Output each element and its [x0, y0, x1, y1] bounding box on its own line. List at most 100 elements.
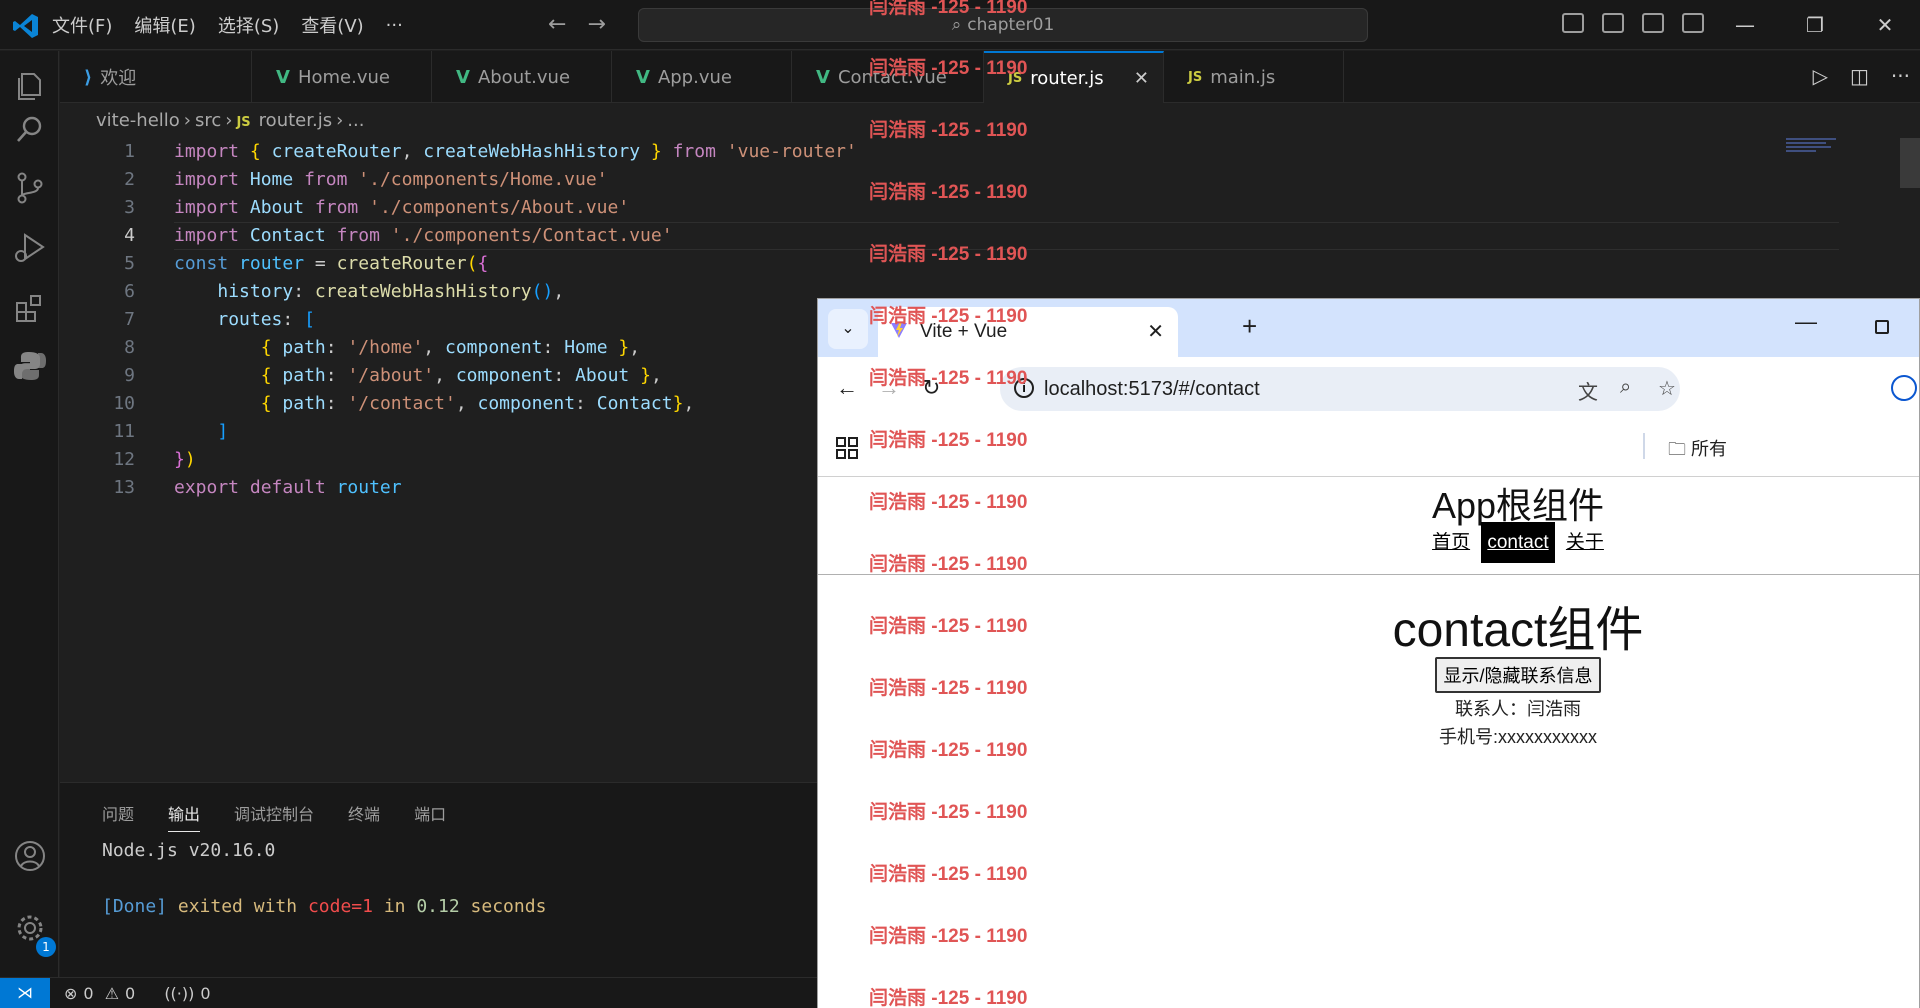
tab-home-vue[interactable]: V Home.vue: [252, 51, 432, 103]
tab-label: About.vue: [477, 66, 571, 88]
chevron-right-icon: ›: [225, 110, 233, 131]
apps-grid-icon[interactable]: [836, 437, 858, 459]
tab-label: Home.vue: [297, 66, 390, 88]
contact-person-text: 联系人：闫浩雨: [1455, 699, 1581, 719]
all-bookmarks[interactable]: 🗀 所有: [1668, 435, 1727, 467]
back-arrow-icon[interactable]: ←: [836, 375, 858, 401]
tab-about-vue[interactable]: V About.vue: [432, 51, 612, 103]
output-done-line: [Done] exited with code=1 in 0.12 second…: [102, 893, 546, 921]
address-bar[interactable]: i localhost:5173/#/contact 文 ⌕ ☆: [1000, 367, 1680, 411]
output-node-version: Node.js v20.16.0: [102, 840, 276, 861]
zoom-icon[interactable]: ⌕: [1620, 376, 1631, 399]
tab-terminal[interactable]: 终端: [348, 801, 380, 832]
minimize-icon[interactable]: —: [1795, 309, 1817, 335]
line-number: 6: [124, 281, 135, 302]
menu-more[interactable]: ···: [386, 15, 403, 36]
code-text: import Home from './components/Home.vue': [174, 169, 608, 190]
nav-link-about[interactable]: 关于: [1560, 522, 1610, 563]
menu-edit[interactable]: 编辑(E): [134, 12, 195, 38]
more-actions-icon[interactable]: ···: [1891, 64, 1910, 88]
vue-icon: V: [276, 66, 290, 88]
code-line: 1 import { createRouter, createWebHashHis…: [60, 138, 1780, 166]
line-number: 12: [113, 449, 135, 470]
editor-actions: ▷ ◫ ···: [1791, 64, 1910, 88]
notification-badge: 1: [36, 937, 56, 957]
panel-tabs: 问题 输出 调试控制台 终端 端口: [102, 801, 480, 832]
tab-problems[interactable]: 问题: [102, 801, 134, 832]
code-text: { path: '/home', component: Home },: [260, 337, 641, 358]
source-control-icon[interactable]: [13, 171, 47, 205]
watermark-text: 闫浩雨 -125 - 1190: [869, 58, 1028, 79]
remote-indicator-icon[interactable]: ⋊: [0, 978, 50, 1008]
watermark-text: 闫浩雨 -125 - 1190: [869, 182, 1028, 203]
tab-label: App.vue: [657, 66, 732, 88]
tab-output[interactable]: 输出: [168, 801, 201, 832]
vue-icon: V: [456, 66, 470, 88]
close-icon[interactable]: ✕: [1850, 13, 1920, 37]
customize-layout-icon[interactable]: [1682, 13, 1704, 33]
run-icon[interactable]: ▷: [1813, 64, 1828, 88]
tab-ports[interactable]: 端口: [414, 801, 446, 832]
explorer-icon[interactable]: [13, 69, 47, 103]
breadcrumb-root[interactable]: vite-hello: [96, 110, 180, 131]
status-problems[interactable]: ⊗ 0 ⚠ 0 ((·)) 0: [64, 984, 217, 1003]
watermark-text: 闫浩雨 -125 - 1190: [869, 678, 1028, 699]
python-icon[interactable]: [13, 349, 47, 383]
breadcrumb-file[interactable]: router.js: [259, 110, 332, 131]
bookmark-star-icon[interactable]: ☆: [1658, 376, 1676, 401]
all-bookmarks-label: 所有: [1691, 439, 1728, 459]
profile-avatar-icon[interactable]: [1891, 375, 1917, 401]
breadcrumb-tail[interactable]: ...: [347, 110, 364, 131]
toggle-contact-info-button[interactable]: 显示/隐藏联系信息: [1435, 657, 1601, 693]
menu-view[interactable]: 查看(V): [301, 12, 363, 38]
tab-debug-console[interactable]: 调试控制台: [234, 801, 314, 832]
tab-search-chevron-icon[interactable]: ⌄: [828, 309, 868, 349]
run-debug-icon[interactable]: [13, 231, 47, 265]
watermark-text: 闫浩雨 -125 - 1190: [869, 244, 1028, 265]
line-number: 7: [124, 309, 135, 330]
nav-link-contact[interactable]: contact: [1481, 522, 1555, 563]
tab-welcome[interactable]: ⟩ 欢迎: [60, 51, 252, 103]
tab-label: 欢迎: [100, 68, 137, 89]
restore-icon[interactable]: ❐: [1780, 13, 1850, 37]
forward-arrow-icon[interactable]: →: [587, 12, 605, 37]
menu-bar: 文件(F) 编辑(E) 选择(S) 查看(V) ···: [52, 0, 425, 50]
window-controls: — ❐ ✕: [1710, 0, 1920, 50]
accounts-icon[interactable]: [13, 839, 47, 873]
maximize-icon[interactable]: [1875, 320, 1889, 334]
error-count: 0: [83, 984, 94, 1003]
code-text: history: createWebHashHistory(),: [217, 281, 565, 302]
new-tab-plus-icon[interactable]: +: [1242, 311, 1257, 342]
split-editor-icon[interactable]: ◫: [1850, 64, 1869, 88]
toggle-panel-icon[interactable]: [1602, 13, 1624, 33]
minimize-icon[interactable]: —: [1710, 13, 1780, 37]
code-text: { path: '/contact', component: Contact},: [260, 393, 695, 414]
code-text: { path: '/about', component: About },: [260, 365, 662, 386]
tab-main-js[interactable]: JS main.js: [1164, 51, 1344, 103]
watermark-text: 闫浩雨 -125 - 1190: [869, 368, 1028, 389]
search-icon[interactable]: [13, 113, 47, 147]
nav-link-home[interactable]: 首页: [1426, 522, 1476, 563]
line-number: 4: [124, 225, 135, 246]
watermark-text: 闫浩雨 -125 - 1190: [869, 492, 1028, 513]
menu-selection[interactable]: 选择(S): [218, 12, 279, 38]
code-text: routes: [: [217, 309, 315, 330]
seconds-value: 0.12: [416, 896, 460, 917]
translate-icon[interactable]: 文: [1578, 376, 1598, 405]
extensions-icon[interactable]: [13, 291, 47, 325]
activity-bar: 1: [0, 51, 59, 977]
tab-app-vue[interactable]: V App.vue: [612, 51, 792, 103]
close-tab-icon[interactable]: ✕: [1147, 319, 1164, 344]
exit-code: code=1: [307, 896, 373, 917]
menu-file[interactable]: 文件(F): [52, 12, 112, 38]
back-arrow-icon[interactable]: ←: [548, 12, 566, 37]
watermark-text: 闫浩雨 -125 - 1190: [869, 616, 1028, 637]
close-tab-icon[interactable]: ✕: [1134, 68, 1149, 89]
vue-icon: V: [636, 66, 650, 88]
breadcrumb-folder[interactable]: src: [195, 110, 221, 131]
minimap[interactable]: [1786, 138, 1846, 168]
toggle-secondary-sidebar-icon[interactable]: [1642, 13, 1664, 33]
toggle-primary-sidebar-icon[interactable]: [1562, 13, 1584, 33]
editor-scrollbar[interactable]: [1900, 138, 1920, 188]
output-log[interactable]: Node.js v20.16.0 [Done] exited with code…: [102, 837, 546, 921]
